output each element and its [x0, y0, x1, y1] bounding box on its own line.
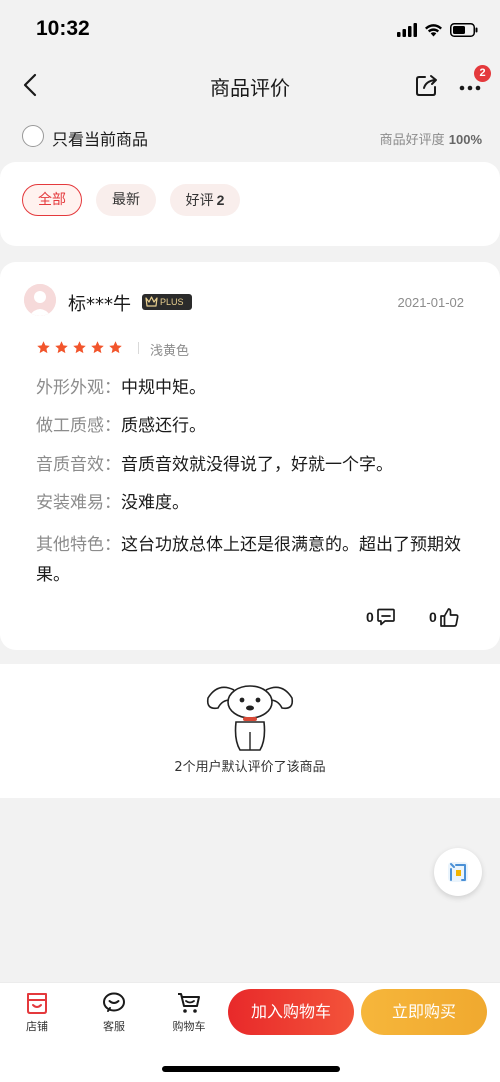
review-line: 音质音效：音质音效就没得说了，好就一个字。 — [36, 452, 393, 478]
service-label: 客服 — [103, 1020, 125, 1033]
service-icon — [103, 992, 125, 1012]
comment-icon — [376, 608, 395, 626]
like-count: 0 — [429, 609, 437, 625]
positive-rate-label: 商品好评度 — [379, 133, 445, 148]
divider — [138, 342, 139, 354]
crown-icon — [145, 296, 158, 307]
plus-badge-text: PLUS — [160, 297, 184, 307]
like-button[interactable]: 0 — [429, 606, 460, 628]
only-current-label[interactable]: 只看当前商品 — [52, 126, 148, 150]
help-button[interactable] — [434, 848, 482, 896]
review-line-label: 安装难易： — [36, 493, 121, 513]
review-line-label: 音质音效： — [36, 455, 121, 475]
cart-icon — [178, 993, 200, 1013]
comment-count: 0 — [366, 609, 374, 625]
review-date: 2021-01-02 — [397, 295, 465, 310]
thumbs-up-icon — [439, 607, 459, 627]
comment-button[interactable]: 0 — [366, 606, 396, 628]
filter-row: 只看当前商品 商品好评度 100% — [0, 112, 500, 160]
review-line: 做工质感：质感还行。 — [36, 413, 206, 439]
review-card: 标***牛 PLUS 2021-01-02 浅黄色 外形外观：中规中矩。 做工质… — [0, 262, 500, 650]
avatar-default-icon — [24, 284, 56, 316]
review-username: 标***牛 — [68, 294, 131, 315]
tag-positive-count: 2 — [216, 192, 225, 208]
signal-icon — [397, 23, 417, 37]
review-line-label: 其他特色： — [36, 535, 121, 555]
star-icon — [73, 341, 86, 354]
tag-positive-label: 好评 — [185, 193, 214, 209]
default-reviews-text: 2个用户默认评价了该商品 — [174, 760, 326, 775]
star-icon — [55, 341, 68, 354]
review-line: 外形外观：中规中矩。 — [36, 375, 206, 401]
review-line-value: 质感还行。 — [121, 416, 206, 436]
store-button[interactable]: 店铺 — [12, 991, 62, 1034]
joy-dog-mascot-icon — [206, 685, 294, 751]
positive-rate: 商品好评度 100% — [380, 129, 482, 148]
avatar[interactable] — [24, 284, 56, 316]
store-label: 店铺 — [26, 1020, 48, 1033]
store-icon — [27, 993, 47, 1014]
review-line-label: 做工质感： — [36, 416, 121, 436]
review-line: 安装难易：没难度。 — [36, 490, 189, 516]
status-time: 10:32 — [36, 17, 90, 40]
help-icon — [448, 862, 468, 882]
nav-bar: 商品评价 2 — [0, 60, 500, 110]
review-line-value: 音质音效就没得说了，好就一个字。 — [121, 455, 393, 475]
buy-now-button[interactable]: 立即购买 — [361, 989, 487, 1035]
home-indicator — [162, 1066, 340, 1072]
star-icon — [109, 341, 122, 354]
tags-card: 全部 最新 好评 2 — [0, 162, 500, 246]
wifi-icon — [425, 24, 442, 37]
review-line-label: 外形外观： — [36, 378, 121, 398]
tag-newest[interactable]: 最新 — [96, 184, 156, 216]
tag-positive[interactable]: 好评 2 — [170, 184, 240, 216]
share-icon[interactable] — [414, 72, 440, 98]
review-line-value: 中规中矩。 — [121, 378, 206, 398]
review-line-value: 没难度。 — [121, 493, 189, 513]
plus-member-badge: PLUS — [142, 294, 192, 310]
star-rating — [36, 340, 123, 356]
status-icons — [397, 21, 478, 39]
positive-rate-value: 100% — [448, 132, 482, 147]
cart-label: 购物车 — [172, 1020, 206, 1033]
default-reviews-section[interactable]: 2个用户默认评价了该商品 — [0, 664, 500, 798]
tag-all[interactable]: 全部 — [22, 184, 82, 216]
star-icon — [37, 341, 50, 354]
product-variant: 浅黄色 — [150, 344, 190, 359]
star-icon — [91, 341, 104, 354]
add-to-cart-button[interactable]: 加入购物车 — [228, 989, 354, 1035]
battery-icon — [450, 23, 478, 37]
notification-badge: 2 — [474, 65, 491, 82]
only-current-radio[interactable] — [22, 125, 44, 147]
customer-service-button[interactable]: 客服 — [89, 991, 139, 1034]
cart-button[interactable]: 购物车 — [164, 991, 214, 1034]
status-bar: 10:32 — [0, 0, 500, 60]
review-line: 其他特色：这台功放总体上还是很满意的。超出了预期效果。 — [36, 530, 466, 590]
